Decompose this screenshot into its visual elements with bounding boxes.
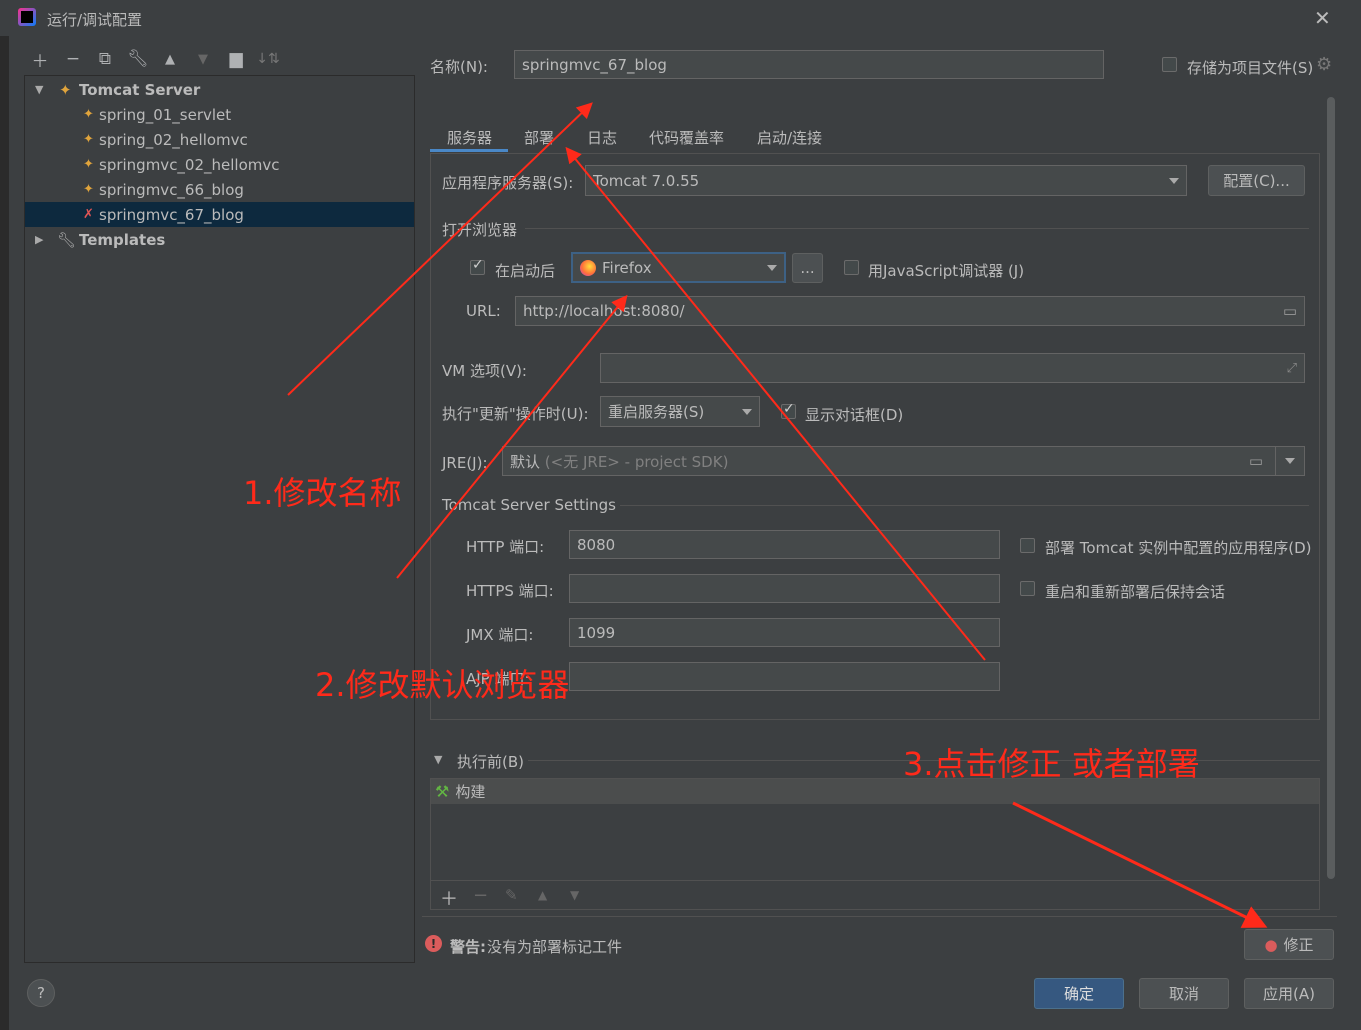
annotation-3: 3.点击修正 或者部署 bbox=[903, 745, 1200, 783]
arrow-to-deploy-tab bbox=[565, 146, 986, 661]
annotation-1: 1.修改名称 bbox=[243, 474, 402, 512]
arrow-to-fix bbox=[1012, 801, 1268, 928]
arrow-to-browser bbox=[396, 294, 628, 579]
annotation-2: 2.修改默认浏览器 bbox=[315, 666, 570, 704]
arrow-to-name bbox=[287, 102, 593, 396]
annotation-arrows bbox=[287, 102, 1268, 928]
